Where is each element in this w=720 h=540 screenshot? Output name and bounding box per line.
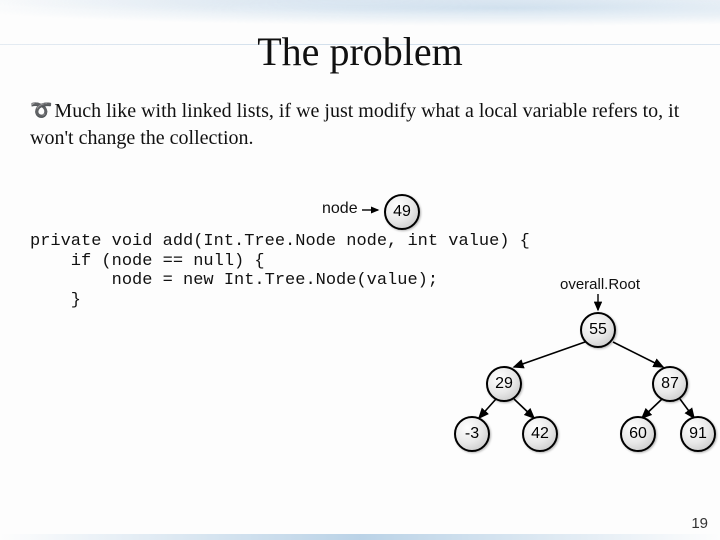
tree-node-root: 55: [580, 312, 616, 348]
tree-diagram: 49 55 29 87 -3 42 60 91: [380, 194, 700, 434]
tree-node-right: 87: [652, 366, 688, 402]
tree-node-detached: 49: [384, 194, 420, 230]
slide: The problem ➰Much like with linked lists…: [0, 0, 720, 540]
tree-node-lr: 42: [522, 416, 558, 452]
tree-node-left: 29: [486, 366, 522, 402]
bullet-icon: ➰: [30, 98, 52, 122]
tree-node-rr: 91: [680, 416, 716, 452]
footer-decoration: [0, 534, 720, 540]
node-variable-label: node: [322, 200, 358, 218]
slide-title: The problem: [0, 28, 720, 75]
page-number: 19: [691, 515, 708, 532]
arrow-node-to-49: [362, 204, 380, 214]
body-text-content: Much like with linked lists, if we just …: [30, 100, 679, 149]
tree-node-rl: 60: [620, 416, 656, 452]
tree-edges: [380, 194, 700, 434]
body-paragraph: ➰Much like with linked lists, if we just…: [30, 98, 690, 152]
tree-node-ll: -3: [454, 416, 490, 452]
